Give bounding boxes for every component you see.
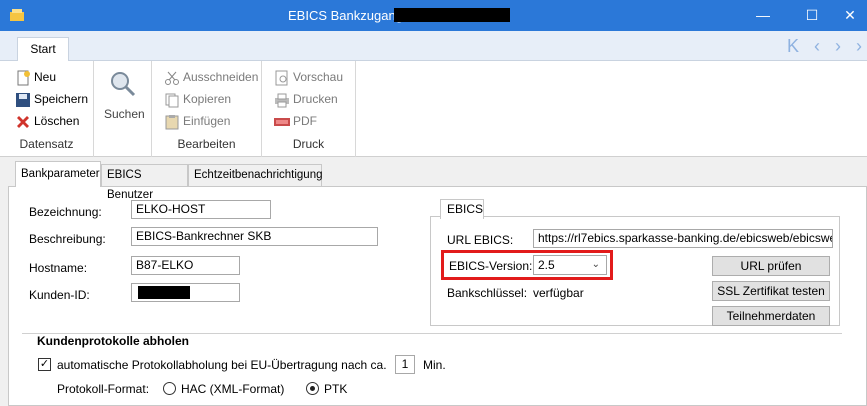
save-label: Speichern xyxy=(34,92,89,106)
kunden-id-field[interactable] xyxy=(131,283,240,302)
copy-label: Kopieren xyxy=(183,92,232,106)
tab-ebics[interactable]: EBICS xyxy=(440,199,484,219)
window-title: EBICS Bankzugang xyxy=(288,8,403,23)
group-title-bearbeiten: Bearbeiten xyxy=(177,137,236,151)
redacted-block xyxy=(394,8,510,22)
pdf-icon xyxy=(274,117,290,126)
url-pruefen-button[interactable]: URL prüfen xyxy=(712,256,830,276)
close-button[interactable]: ✕ xyxy=(838,4,862,26)
printer-icon xyxy=(275,93,289,108)
minutes-field[interactable]: 1 xyxy=(395,355,415,374)
print-label: Drucken xyxy=(293,92,338,106)
group-datensatz: Neu Speichern Löschen Datensatz xyxy=(0,61,94,157)
tab-bankparameter[interactable]: Bankparameter xyxy=(15,161,101,187)
search-icon xyxy=(111,72,136,97)
url-ebics-field[interactable]: https://rl7ebics.sparkasse-banking.de/eb… xyxy=(533,229,833,248)
minimize-button[interactable]: — xyxy=(751,4,775,26)
new-button[interactable]: Neu xyxy=(15,67,56,87)
delete-icon xyxy=(17,115,29,128)
bezeichnung-field[interactable]: ELKO-HOST xyxy=(131,200,271,219)
scissors-icon xyxy=(165,71,179,85)
bezeichnung-label: Bezeichnung: xyxy=(29,205,102,219)
tab-ebics-benutzer[interactable]: EBICS Benutzer xyxy=(101,164,188,201)
print-button[interactable]: Drucken xyxy=(274,89,338,109)
ribbon: Neu Speichern Löschen Datensatz Suchen A… xyxy=(0,61,867,157)
ebics-version-label: EBICS-Version: xyxy=(449,259,533,273)
ebics-version-value: 2.5 xyxy=(538,258,555,272)
save-icon xyxy=(16,92,30,107)
cut-label: Ausschneiden xyxy=(183,70,259,84)
hostname-field[interactable]: B87-ELKO xyxy=(131,256,240,275)
radio-hac-label: HAC (XML-Format) xyxy=(181,382,285,396)
record-navigation-arrows[interactable]: K ‹ › › xyxy=(787,36,867,57)
delete-button[interactable]: Löschen xyxy=(15,111,79,131)
preview-icon xyxy=(275,70,288,86)
teilnehmerdaten-button[interactable]: Teilnehmerdaten xyxy=(712,306,830,326)
copy-button[interactable]: Kopieren xyxy=(164,89,231,109)
pdf-label: PDF xyxy=(293,114,317,128)
minutes-unit: Min. xyxy=(423,358,446,372)
protokoll-format-label: Protokoll-Format: xyxy=(57,382,150,396)
radio-hac[interactable] xyxy=(163,382,176,395)
bankschluessel-label: Bankschlüssel: xyxy=(447,286,528,300)
ribbon-tabstrip xyxy=(0,31,867,61)
preview-button[interactable]: Vorschau xyxy=(274,67,343,87)
ebics-version-select[interactable]: 2.5 ⌄ xyxy=(533,255,607,275)
preview-label: Vorschau xyxy=(293,70,344,84)
url-ebics-label: URL EBICS: xyxy=(447,233,514,247)
group-title-druck: Druck xyxy=(292,137,325,151)
maximize-button[interactable]: ☐ xyxy=(800,4,824,26)
hostname-label: Hostname: xyxy=(29,261,88,275)
search-button[interactable]: Suchen xyxy=(94,61,152,157)
chevron-down-icon: ⌄ xyxy=(591,259,600,270)
copy-icon xyxy=(165,93,179,108)
group-druck: Vorschau Drucken PDF Druck xyxy=(262,61,356,157)
new-label: Neu xyxy=(34,70,57,84)
cut-button[interactable]: Ausschneiden xyxy=(164,67,258,87)
title-bar: EBICS Bankzugang — ☐ ✕ xyxy=(0,0,867,31)
paste-icon xyxy=(165,114,179,130)
group-title-datensatz: Datensatz xyxy=(19,137,74,151)
radio-ptk-label: PTK xyxy=(324,382,348,396)
kundenprotokolle-title: Kundenprotokolle abholen xyxy=(37,334,189,348)
app-icon xyxy=(10,9,24,21)
beschreibung-label: Beschreibung: xyxy=(29,232,106,246)
delete-label: Löschen xyxy=(34,114,80,128)
new-icon xyxy=(17,70,30,86)
group-bearbeiten: Ausschneiden Kopieren Einfügen Bearbeite… xyxy=(152,61,262,157)
pdf-button[interactable]: PDF xyxy=(274,111,317,131)
ribbon-tab-start[interactable]: Start xyxy=(17,37,69,62)
beschreibung-field[interactable]: EBICS-Bankrechner SKB xyxy=(131,227,378,246)
bankschluessel-value: verfügbar xyxy=(533,286,584,300)
kunden-id-label: Kunden-ID: xyxy=(29,288,90,302)
tab-echtzeitbenachrichtigung[interactable]: Echtzeitbenachrichtigung xyxy=(188,164,323,186)
auto-abholung-label: automatische Protokollabholung bei EU-Üb… xyxy=(57,358,387,372)
redacted-block xyxy=(138,286,190,299)
paste-button[interactable]: Einfügen xyxy=(164,111,230,131)
ssl-zertifikat-button[interactable]: SSL Zertifikat testen xyxy=(712,281,830,301)
save-button[interactable]: Speichern xyxy=(15,89,88,109)
paste-label: Einfügen xyxy=(183,114,231,128)
search-label: Suchen xyxy=(104,107,145,121)
radio-ptk[interactable] xyxy=(306,382,319,395)
auto-abholung-checkbox[interactable]: ✓ xyxy=(38,358,51,371)
